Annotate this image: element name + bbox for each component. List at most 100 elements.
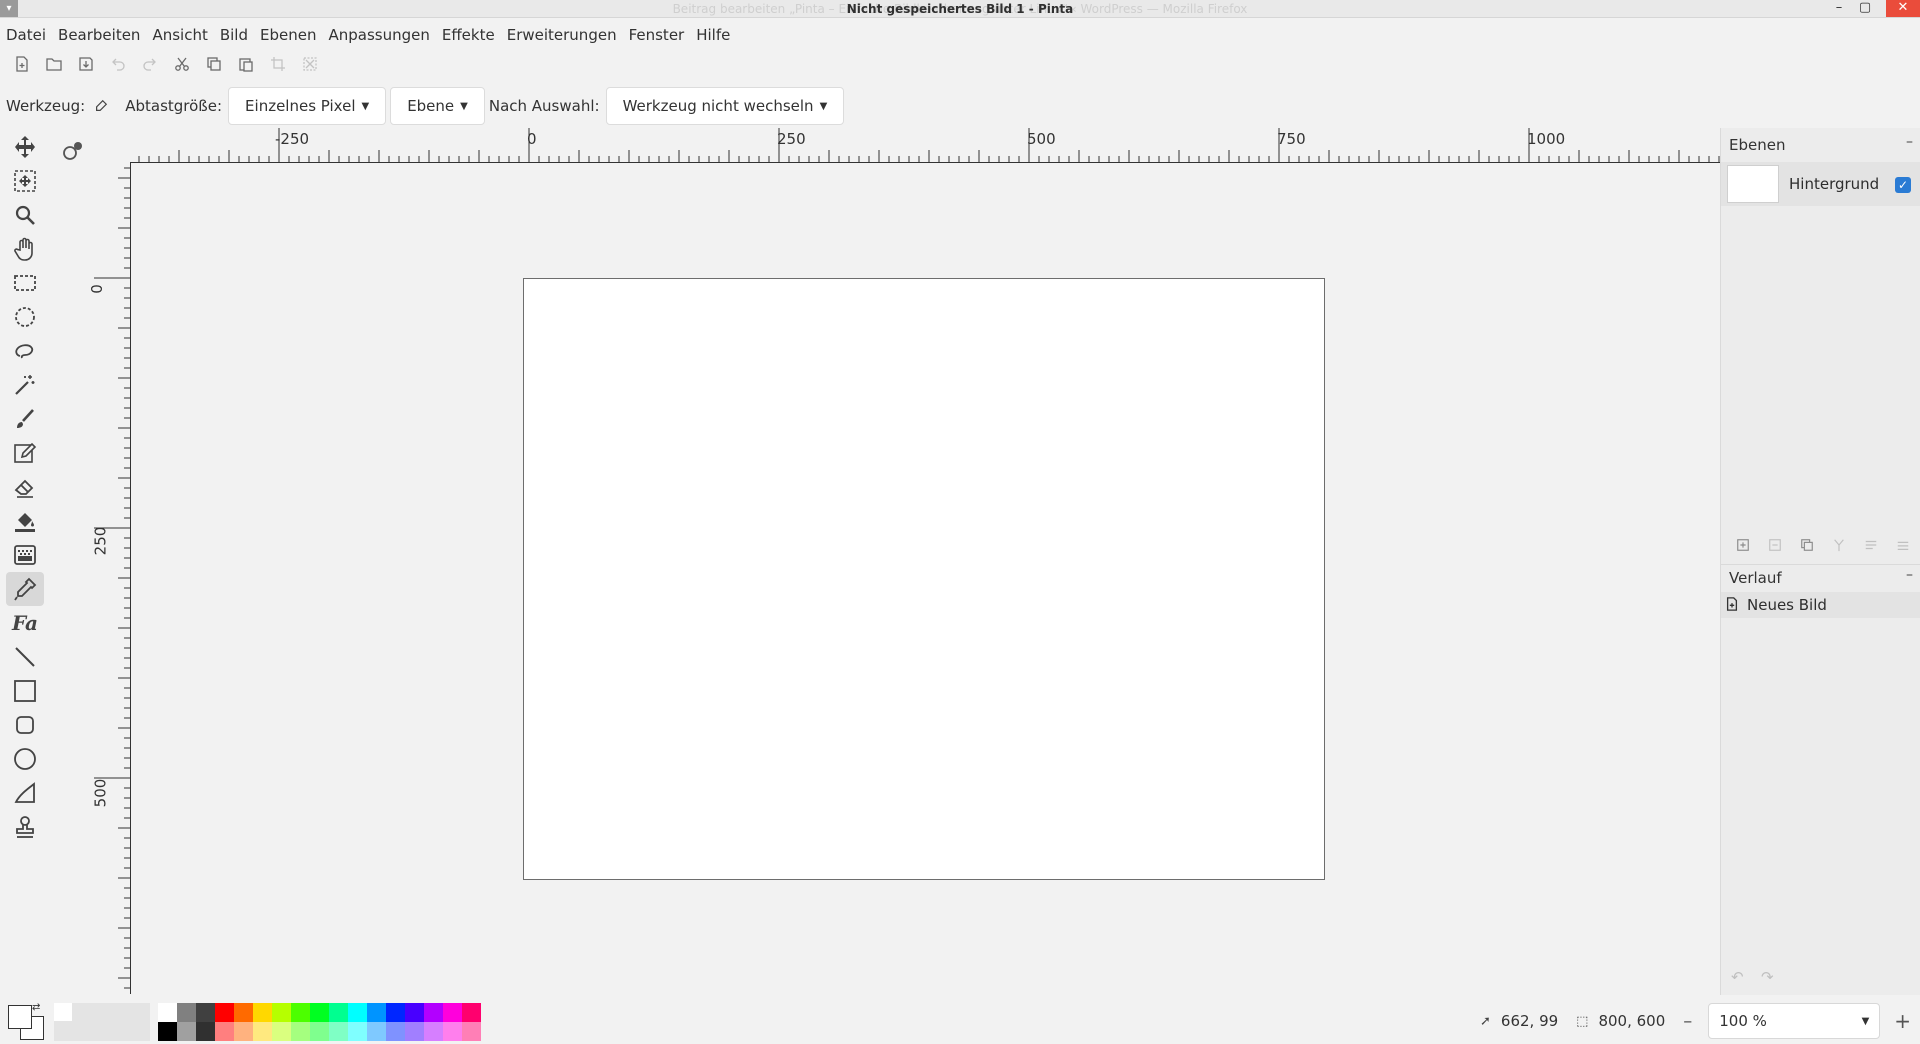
color-swatch[interactable] (253, 1003, 272, 1022)
freeform-shape-icon[interactable] (6, 776, 44, 810)
menu-ebenen[interactable]: Ebenen (254, 26, 322, 44)
paste-icon[interactable] (230, 52, 262, 76)
crop-icon[interactable] (262, 52, 294, 76)
history-collapse-button[interactable]: – (1906, 567, 1913, 583)
zoom-combobox[interactable]: 100 % ▼ (1708, 1003, 1881, 1039)
paintbrush-icon[interactable] (6, 402, 44, 436)
color-swatch[interactable] (329, 1022, 348, 1041)
layers-collapse-button[interactable]: – (1906, 134, 1913, 150)
merge-layer-icon[interactable] (1823, 533, 1855, 557)
move-selected-icon[interactable] (6, 130, 44, 164)
ellipse-icon[interactable] (6, 742, 44, 776)
color-swatch[interactable] (177, 1022, 196, 1041)
layer-menu-icon[interactable] (1887, 533, 1919, 557)
menu-hilfe[interactable]: Hilfe (690, 26, 736, 44)
paint-bucket-icon[interactable] (6, 504, 44, 538)
gradient-icon[interactable] (6, 538, 44, 572)
color-swatch[interactable] (424, 1003, 443, 1022)
color-swatch[interactable] (272, 1003, 291, 1022)
pan-icon[interactable] (6, 232, 44, 266)
rotate-zoom-icon[interactable] (60, 138, 86, 164)
pencil-icon[interactable] (6, 436, 44, 470)
after-select-dropdown[interactable]: Werkzeug nicht wechseln ▼ (605, 87, 845, 125)
color-swatch[interactable] (196, 1003, 215, 1022)
swap-colors-icon[interactable]: ⇄ (32, 1002, 40, 1013)
lasso-select-icon[interactable] (6, 334, 44, 368)
color-swatch[interactable] (424, 1022, 443, 1041)
color-swatch[interactable] (386, 1022, 405, 1041)
redo-icon[interactable] (134, 52, 166, 76)
magic-wand-icon[interactable] (6, 368, 44, 402)
rounded-rectangle-icon[interactable] (6, 708, 44, 742)
text-icon[interactable]: Fa (6, 606, 44, 640)
layer-visibility-checkbox[interactable]: ✓ (1895, 177, 1911, 193)
maximize-button[interactable]: ▢ (1852, 0, 1878, 17)
color-swatch[interactable] (310, 1003, 329, 1022)
color-swatch[interactable] (234, 1003, 253, 1022)
undo-icon[interactable] (102, 52, 134, 76)
menu-fenster[interactable]: Fenster (623, 26, 691, 44)
color-swatch[interactable] (386, 1003, 405, 1022)
delete-layer-icon[interactable] (1759, 533, 1791, 557)
eraser-icon[interactable] (6, 470, 44, 504)
zoom-icon[interactable] (6, 198, 44, 232)
deselect-icon[interactable] (294, 52, 326, 76)
menu-ansicht[interactable]: Ansicht (146, 26, 213, 44)
save-icon[interactable] (70, 52, 102, 76)
chevron-down-icon[interactable]: ▼ (1862, 1016, 1870, 1027)
color-picker-icon[interactable] (6, 572, 44, 606)
color-swatch[interactable] (196, 1022, 215, 1041)
cut-icon[interactable] (166, 52, 198, 76)
history-item[interactable]: Neues Bild (1721, 592, 1920, 618)
color-swatch[interactable] (291, 1003, 310, 1022)
color-swatch[interactable] (367, 1003, 386, 1022)
color-swatch[interactable] (367, 1022, 386, 1041)
add-layer-icon[interactable] (1727, 533, 1759, 557)
color-swatch[interactable] (462, 1003, 481, 1022)
menu-erweiterungen[interactable]: Erweiterungen (501, 26, 623, 44)
sample-size-dropdown[interactable]: Einzelnes Pixel ▼ (228, 87, 387, 125)
color-swatch[interactable] (443, 1003, 462, 1022)
new-image-icon[interactable] (6, 52, 38, 76)
ellipse-select-icon[interactable] (6, 300, 44, 334)
color-swatch[interactable] (348, 1003, 367, 1022)
history-undo-icon[interactable]: ↶ (1731, 968, 1744, 986)
color-swatch[interactable] (348, 1022, 367, 1041)
color-swatch[interactable] (253, 1022, 272, 1041)
color-swatch[interactable] (329, 1003, 348, 1022)
layer-properties-icon[interactable] (1855, 533, 1887, 557)
menu-bild[interactable]: Bild (214, 26, 254, 44)
recent-color-swatch[interactable] (54, 1003, 72, 1021)
close-button[interactable]: ✕ (1886, 0, 1920, 17)
color-swatch[interactable] (443, 1022, 462, 1041)
primary-color-swatch[interactable] (8, 1005, 32, 1029)
rectangle-select-icon[interactable] (6, 266, 44, 300)
color-swatch[interactable] (158, 1022, 177, 1041)
zoom-in-button[interactable]: + (1894, 1009, 1911, 1033)
duplicate-layer-icon[interactable] (1791, 533, 1823, 557)
copy-icon[interactable] (198, 52, 230, 76)
color-swatch[interactable] (158, 1003, 177, 1022)
menu-datei[interactable]: Datei (0, 26, 52, 44)
clone-stamp-icon[interactable] (6, 810, 44, 844)
menu-anpassungen[interactable]: Anpassungen (322, 26, 435, 44)
image-canvas[interactable] (523, 278, 1325, 880)
color-swatch[interactable] (215, 1022, 234, 1041)
color-swatch[interactable] (215, 1003, 234, 1022)
layer-row[interactable]: Hintergrund ✓ (1721, 162, 1920, 206)
history-redo-icon[interactable]: ↷ (1761, 968, 1774, 986)
sample-source-dropdown[interactable]: Ebene ▼ (390, 87, 485, 125)
color-swatch[interactable] (310, 1022, 329, 1041)
color-swatch[interactable] (177, 1003, 196, 1022)
color-swatch[interactable] (272, 1022, 291, 1041)
color-swatch[interactable] (291, 1022, 310, 1041)
menu-bearbeiten[interactable]: Bearbeiten (52, 26, 146, 44)
color-swatch[interactable] (462, 1022, 481, 1041)
zoom-out-button[interactable]: – (1683, 1011, 1692, 1032)
move-selection-icon[interactable] (6, 164, 44, 198)
menu-effekte[interactable]: Effekte (436, 26, 501, 44)
color-swatch[interactable] (405, 1003, 424, 1022)
color-swatch[interactable] (234, 1022, 253, 1041)
minimize-button[interactable]: – (1826, 0, 1852, 17)
color-swatch[interactable] (405, 1022, 424, 1041)
